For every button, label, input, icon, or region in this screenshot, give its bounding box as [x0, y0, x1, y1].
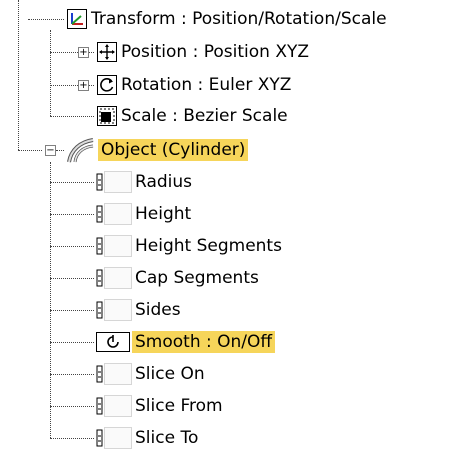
tree-item-label: Position : Position XYZ [121, 42, 309, 62]
tree-connector-transform [50, 30, 51, 116]
tree-item-transform[interactable]: Transform : Position/Rotation/Scale [88, 5, 390, 33]
tree-item-slice-on[interactable]: Slice On [132, 360, 208, 388]
tree-connector-object [50, 162, 51, 438]
tree-item-scale[interactable]: Scale : Bezier Scale [118, 102, 291, 130]
parameter-slot [104, 203, 132, 225]
tree-item-height[interactable]: Height [132, 200, 194, 228]
parameter-slot [104, 267, 132, 289]
tree-item-position[interactable]: Position : Position XYZ [118, 38, 312, 66]
parameter-slot [104, 395, 132, 417]
tree-item-label: Radius [135, 172, 193, 192]
tree-item-slice-to[interactable]: Slice To [132, 424, 201, 452]
tree-branch-transform [28, 19, 64, 20]
tree-item-rotation[interactable]: Rotation : Euler XYZ [118, 71, 294, 99]
tree-item-label: Sides [135, 300, 181, 320]
parameter-slot [104, 235, 132, 257]
tree-branch-slice-to [50, 438, 94, 439]
tree-branch-cap-segments [50, 278, 94, 279]
parameter-slot [104, 363, 132, 385]
tree-connector-root [18, 0, 19, 150]
tree-item-object[interactable]: Object (Cylinder) [98, 136, 249, 164]
tree-branch-height [50, 214, 94, 215]
expand-toggle-position[interactable]: + [78, 47, 89, 58]
collapse-toggle-object[interactable]: − [45, 145, 56, 156]
track-view-tree: Transform : Position/Rotation/Scale + Po… [0, 0, 451, 454]
tree-item-label: Cap Segments [135, 268, 259, 288]
tree-item-label: Slice To [135, 428, 199, 448]
rotation-icon[interactable] [96, 74, 118, 96]
tree-branch-scale [50, 116, 94, 117]
tree-item-label: Scale : Bezier Scale [121, 106, 288, 126]
parameter-slot [104, 427, 132, 449]
tree-item-height-segments[interactable]: Height Segments [132, 232, 285, 260]
tree-branch-smooth [50, 342, 94, 343]
tree-item-cap-segments[interactable]: Cap Segments [132, 264, 262, 292]
tree-item-slice-from[interactable]: Slice From [132, 392, 226, 420]
tree-item-label-highlighted: Smooth : On/Off [132, 331, 276, 353]
position-move-icon[interactable] [96, 41, 118, 63]
transform-axis-icon[interactable] [66, 8, 88, 30]
parameter-slot [104, 171, 132, 193]
cylinder-object-icon[interactable] [66, 138, 96, 164]
expand-toggle-rotation[interactable]: + [78, 80, 89, 91]
tree-branch-object-icon [56, 150, 64, 151]
parameter-slot [104, 299, 132, 321]
tree-item-label: Transform : Position/Rotation/Scale [91, 9, 387, 29]
scale-icon[interactable] [96, 105, 118, 127]
tree-item-label-selected: Object (Cylinder) [98, 139, 249, 161]
tree-item-label: Rotation : Euler XYZ [121, 75, 292, 95]
tree-branch-radius [50, 182, 94, 183]
tree-branch-slice-on [50, 374, 94, 375]
tree-item-radius[interactable]: Radius [132, 168, 195, 196]
tree-branch-slice-from [50, 406, 94, 407]
tree-branch-sides [50, 310, 94, 311]
tree-item-label: Height Segments [135, 236, 282, 256]
tree-item-sides[interactable]: Sides [132, 296, 184, 324]
tree-branch-object [18, 150, 42, 151]
tree-item-label: Height [135, 204, 192, 224]
tree-item-label: Slice On [135, 364, 205, 384]
tree-item-label: Slice From [135, 396, 223, 416]
smooth-toggle-icon[interactable] [95, 331, 131, 353]
tree-branch-height-segments [50, 246, 94, 247]
tree-item-smooth[interactable]: Smooth : On/Off [132, 328, 276, 356]
